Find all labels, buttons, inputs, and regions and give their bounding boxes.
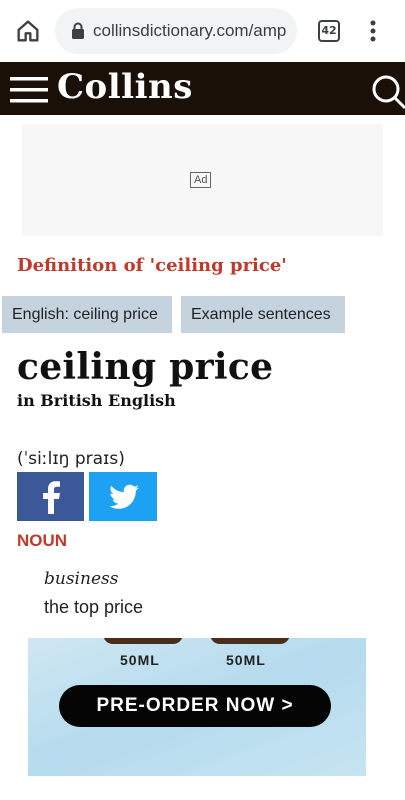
menu-icon[interactable]	[10, 76, 48, 104]
headword: ceiling price	[17, 346, 274, 388]
tab-english[interactable]: English: ceiling price	[2, 296, 172, 333]
twitter-share-button[interactable]	[89, 472, 157, 521]
pronunciation: (ˈsiːlɪŋ praɪs)	[17, 449, 125, 469]
more-options-icon[interactable]	[365, 18, 381, 44]
domain-label: business	[44, 569, 119, 589]
collins-logo[interactable]: Collins	[57, 67, 193, 107]
browser-toolbar: collinsdictionary.com/amp 42	[0, 0, 405, 62]
product-size-label: 50ML	[120, 652, 160, 668]
language-subhead: in British English	[17, 391, 176, 410]
product-size-label: 50ML	[226, 652, 266, 668]
product-bottle	[210, 638, 290, 644]
tab-switcher-button[interactable]: 42	[318, 20, 340, 42]
part-of-speech: NOUN	[17, 531, 68, 550]
ad-banner[interactable]: Ad	[22, 124, 383, 236]
home-icon[interactable]	[14, 17, 42, 45]
tab-example-sentences[interactable]: Example sentences	[181, 296, 345, 333]
lock-icon	[72, 22, 84, 39]
definition-title: Definition of 'ceiling price'	[17, 255, 287, 276]
site-header: Collins	[0, 62, 405, 115]
twitter-icon	[109, 484, 139, 509]
product-bottle	[103, 638, 183, 644]
url-text: collinsdictionary.com/amp	[93, 21, 287, 40]
address-bar[interactable]: collinsdictionary.com/amp	[55, 8, 297, 54]
promo-ad[interactable]: 50ML 50ML PRE-ORDER NOW >	[28, 638, 366, 776]
search-icon[interactable]	[368, 74, 405, 111]
definition-text: the top price	[44, 597, 144, 617]
ad-label: Ad	[190, 172, 212, 188]
facebook-share-button[interactable]	[17, 472, 84, 521]
facebook-icon	[43, 481, 60, 514]
pre-order-button[interactable]: PRE-ORDER NOW >	[59, 685, 331, 727]
